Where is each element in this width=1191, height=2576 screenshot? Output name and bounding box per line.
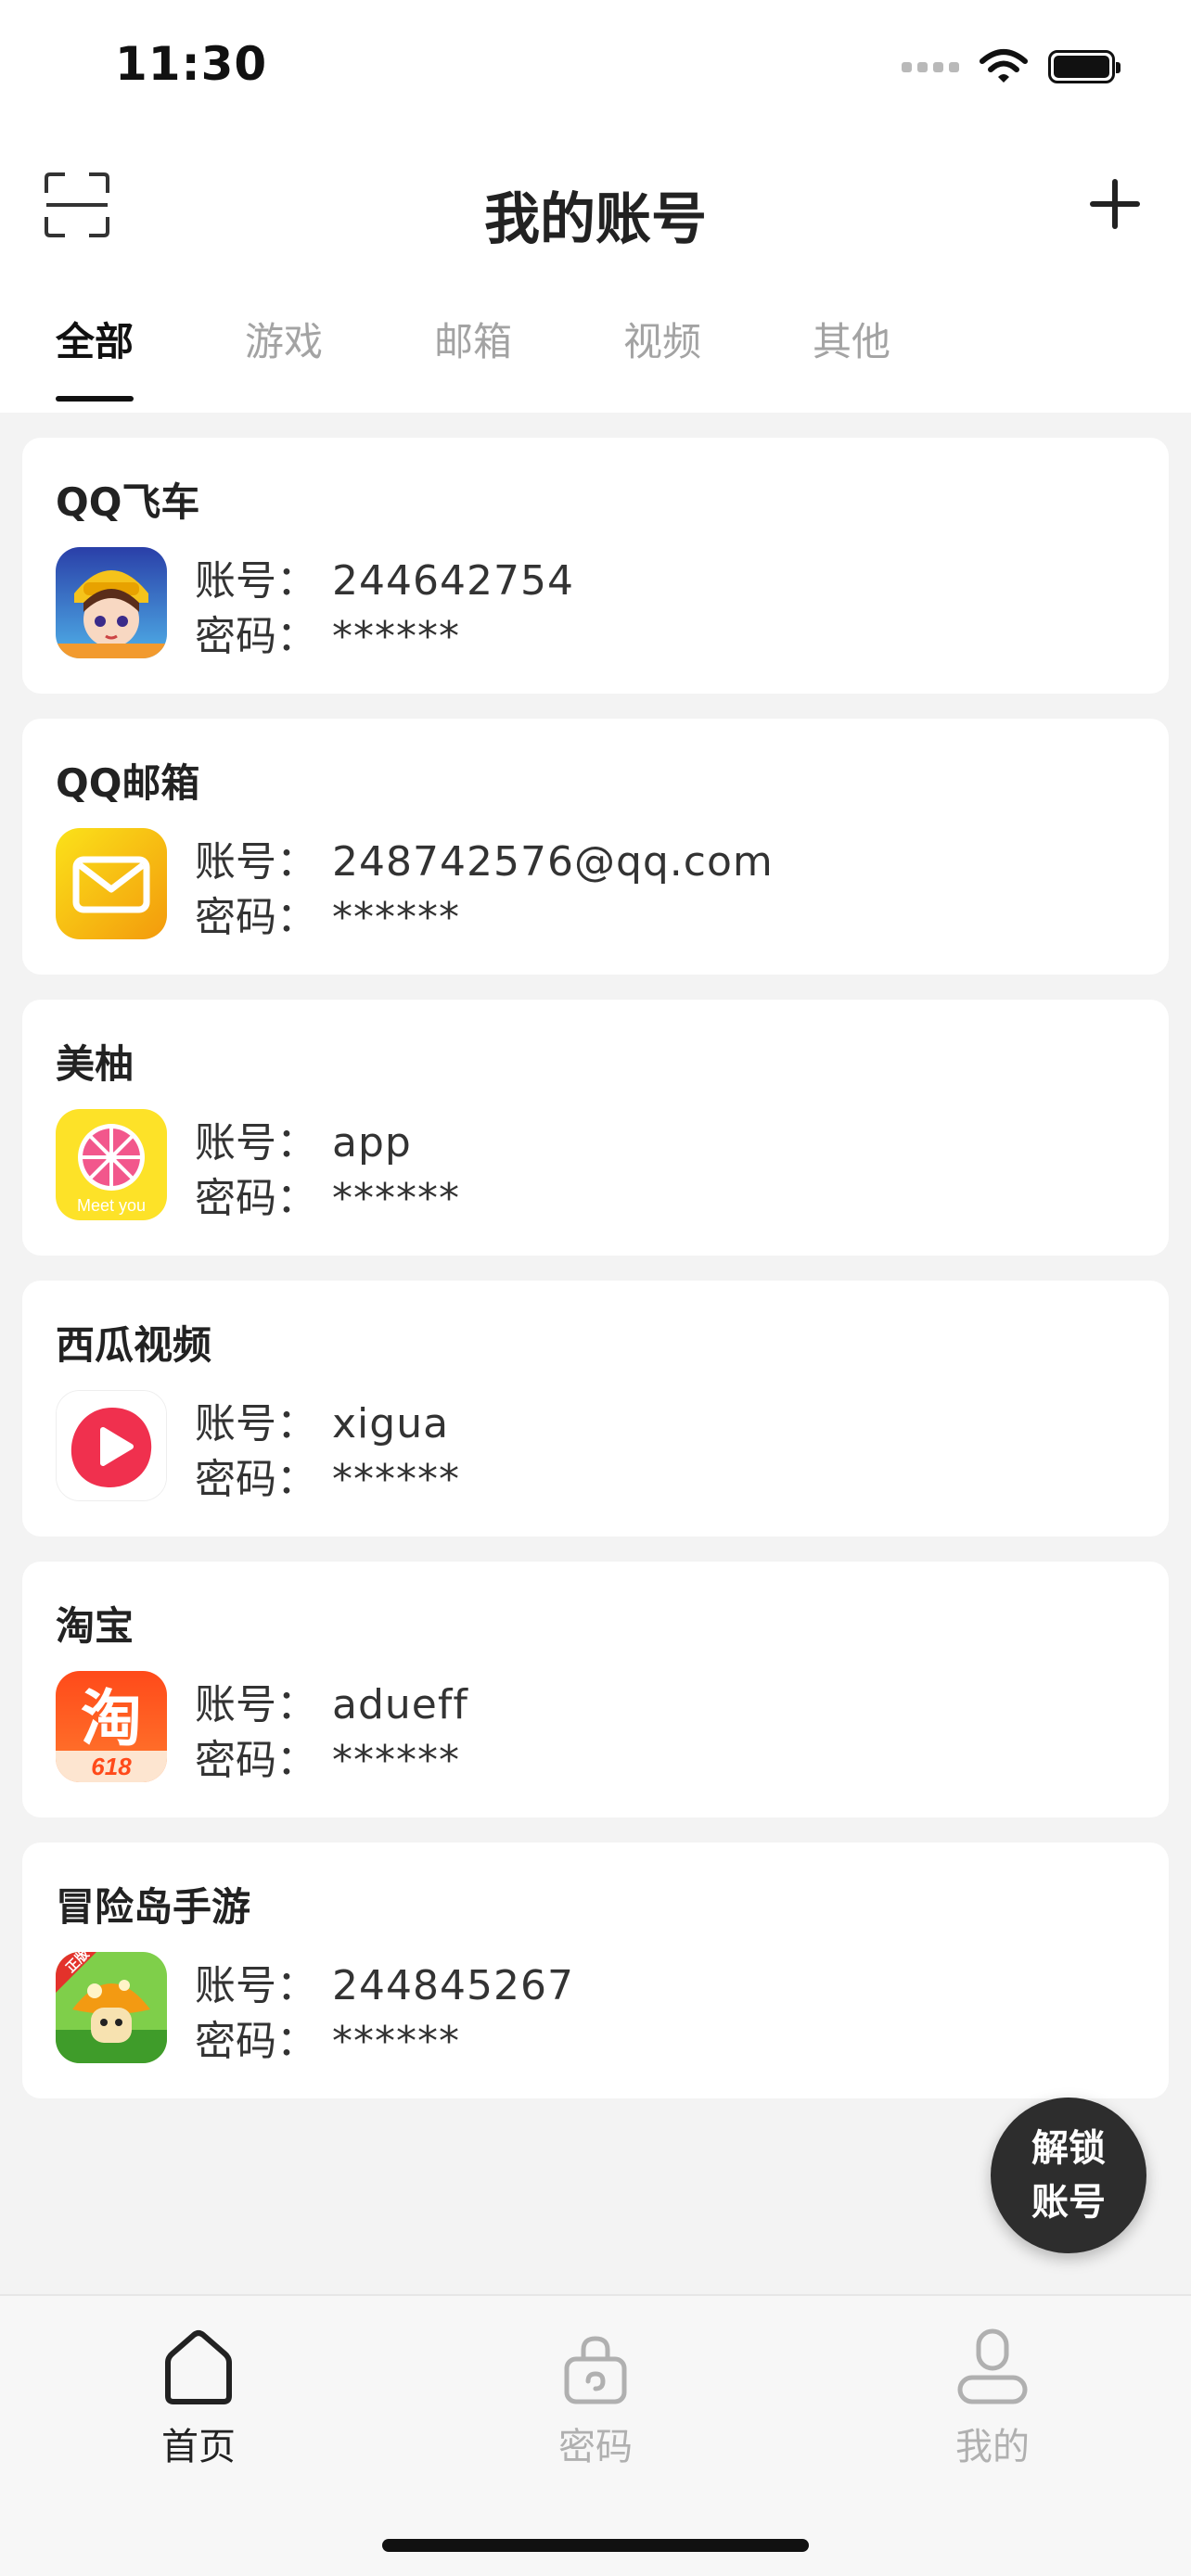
password-value: ****** bbox=[332, 1175, 460, 1222]
tabbar-item-mine[interactable]: 我的 bbox=[890, 2326, 1095, 2470]
tabbar-item-home[interactable]: 首页 bbox=[96, 2326, 301, 2470]
tabbar-label-mine: 我的 bbox=[955, 2426, 1030, 2468]
tab-video[interactable]: 视频 bbox=[623, 311, 813, 413]
password-row: 密码： ****** bbox=[195, 884, 460, 943]
account-name: 冒险岛手游 bbox=[56, 1884, 251, 1930]
category-tabs: 全部 游戏 邮箱 视频 其他 bbox=[56, 311, 1002, 413]
taobao-icon: 淘 618 bbox=[56, 1671, 167, 1782]
password-label: 密码： bbox=[195, 613, 317, 660]
account-name: 美柚 bbox=[56, 1041, 134, 1087]
account-label: 账号： bbox=[195, 1962, 317, 2009]
taobao-icon-text: 淘 bbox=[81, 1683, 142, 1754]
tab-other[interactable]: 其他 bbox=[813, 311, 1002, 413]
user-icon bbox=[957, 2328, 1028, 2404]
tab-all[interactable]: 全部 bbox=[56, 311, 245, 413]
signal-icon bbox=[902, 61, 959, 72]
password-label: 密码： bbox=[195, 1456, 317, 1503]
account-value: 244642754 bbox=[332, 557, 574, 605]
password-value: ****** bbox=[332, 1456, 460, 1503]
qq-mail-icon bbox=[56, 828, 167, 939]
page-title: 我的账号 bbox=[484, 187, 707, 252]
tabbar-label-home: 首页 bbox=[161, 2426, 236, 2468]
lock-icon bbox=[564, 2336, 627, 2404]
account-row: 账号： adueff bbox=[195, 1671, 468, 1730]
meetyou-icon-text: Meet you bbox=[77, 1196, 146, 1215]
account-label: 账号： bbox=[195, 557, 317, 605]
password-row: 密码： ****** bbox=[195, 1446, 460, 1505]
account-card[interactable]: QQ飞车 账号： 244642754 密码： ****** bbox=[22, 438, 1169, 694]
account-card[interactable]: QQ邮箱 账号： 248742576@qq.com 密码： ****** bbox=[22, 719, 1169, 975]
account-list: QQ飞车 账号： 244642754 密码： ****** QQ邮箱 账号： 2… bbox=[22, 438, 1169, 2123]
home-indicator bbox=[382, 2539, 809, 2552]
account-row: 账号： app bbox=[195, 1109, 412, 1168]
password-value: ****** bbox=[332, 613, 460, 660]
account-value: xigua bbox=[332, 1400, 450, 1447]
qq-speed-icon bbox=[56, 547, 167, 658]
account-row: 账号： 248742576@qq.com bbox=[195, 828, 774, 887]
account-name: QQ飞车 bbox=[56, 479, 200, 525]
account-value: 244845267 bbox=[332, 1962, 574, 2009]
account-label: 账号： bbox=[195, 838, 317, 886]
password-label: 密码： bbox=[195, 1737, 317, 1784]
password-value: ****** bbox=[332, 1737, 460, 1784]
password-value: ****** bbox=[332, 894, 460, 941]
home-icon bbox=[165, 2330, 232, 2404]
status-time: 11:30 bbox=[115, 37, 268, 91]
account-value: app bbox=[332, 1119, 412, 1167]
add-icon[interactable] bbox=[1089, 178, 1141, 230]
account-card[interactable]: 淘宝 淘 618 账号： adueff 密码： ****** bbox=[22, 1562, 1169, 1817]
tabbar-item-password[interactable]: 密码 bbox=[493, 2326, 698, 2470]
account-card[interactable]: 冒险岛手游 正版 账号： 244845267 密码： ****** bbox=[22, 1843, 1169, 2098]
password-value: ****** bbox=[332, 2018, 460, 2065]
password-label: 密码： bbox=[195, 1175, 317, 1222]
password-row: 密码： ****** bbox=[195, 1165, 460, 1224]
account-label: 账号： bbox=[195, 1681, 317, 1728]
password-label: 密码： bbox=[195, 2018, 317, 2065]
account-label: 账号： bbox=[195, 1400, 317, 1447]
account-row: 账号： 244642754 bbox=[195, 547, 574, 606]
top-area: 11:30 我的账号 全部 游戏 邮箱 视频 其他 bbox=[0, 0, 1191, 413]
status-icons bbox=[902, 43, 1121, 91]
battery-icon bbox=[1048, 50, 1121, 83]
account-name: 西瓜视频 bbox=[56, 1322, 212, 1368]
taobao-icon-subtext: 618 bbox=[91, 1753, 132, 1780]
account-value: 248742576@qq.com bbox=[332, 838, 774, 886]
tab-mail[interactable]: 邮箱 bbox=[434, 311, 623, 413]
account-name: QQ邮箱 bbox=[56, 760, 200, 806]
account-value: adueff bbox=[332, 1681, 468, 1728]
account-card[interactable]: 美柚 Meet you 账号： app 密码： ****** bbox=[22, 1000, 1169, 1256]
wifi-icon bbox=[980, 49, 1028, 83]
tab-games[interactable]: 游戏 bbox=[245, 311, 434, 413]
xigua-icon bbox=[56, 1390, 167, 1501]
password-row: 密码： ****** bbox=[195, 1727, 460, 1786]
account-row: 账号： xigua bbox=[195, 1390, 449, 1449]
password-label: 密码： bbox=[195, 894, 317, 941]
password-row: 密码： ****** bbox=[195, 603, 460, 662]
account-name: 淘宝 bbox=[56, 1603, 134, 1649]
password-row: 密码： ****** bbox=[195, 2008, 460, 2067]
account-card[interactable]: 西瓜视频 账号： xigua 密码： ****** bbox=[22, 1281, 1169, 1537]
unlock-button-line2: 账号 bbox=[1031, 2181, 1106, 2224]
maplestory-icon: 正版 bbox=[56, 1952, 167, 2063]
meetyou-icon: Meet you bbox=[56, 1109, 167, 1220]
account-row: 账号： 244845267 bbox=[195, 1952, 574, 2011]
unlock-button-line1: 解锁 bbox=[1031, 2127, 1106, 2170]
tabbar-label-password: 密码 bbox=[558, 2426, 633, 2468]
unlock-account-button[interactable]: 解锁 账号 bbox=[991, 2098, 1146, 2253]
bottom-tab-bar: 首页 密码 我的 bbox=[0, 2294, 1191, 2576]
account-label: 账号： bbox=[195, 1119, 317, 1167]
